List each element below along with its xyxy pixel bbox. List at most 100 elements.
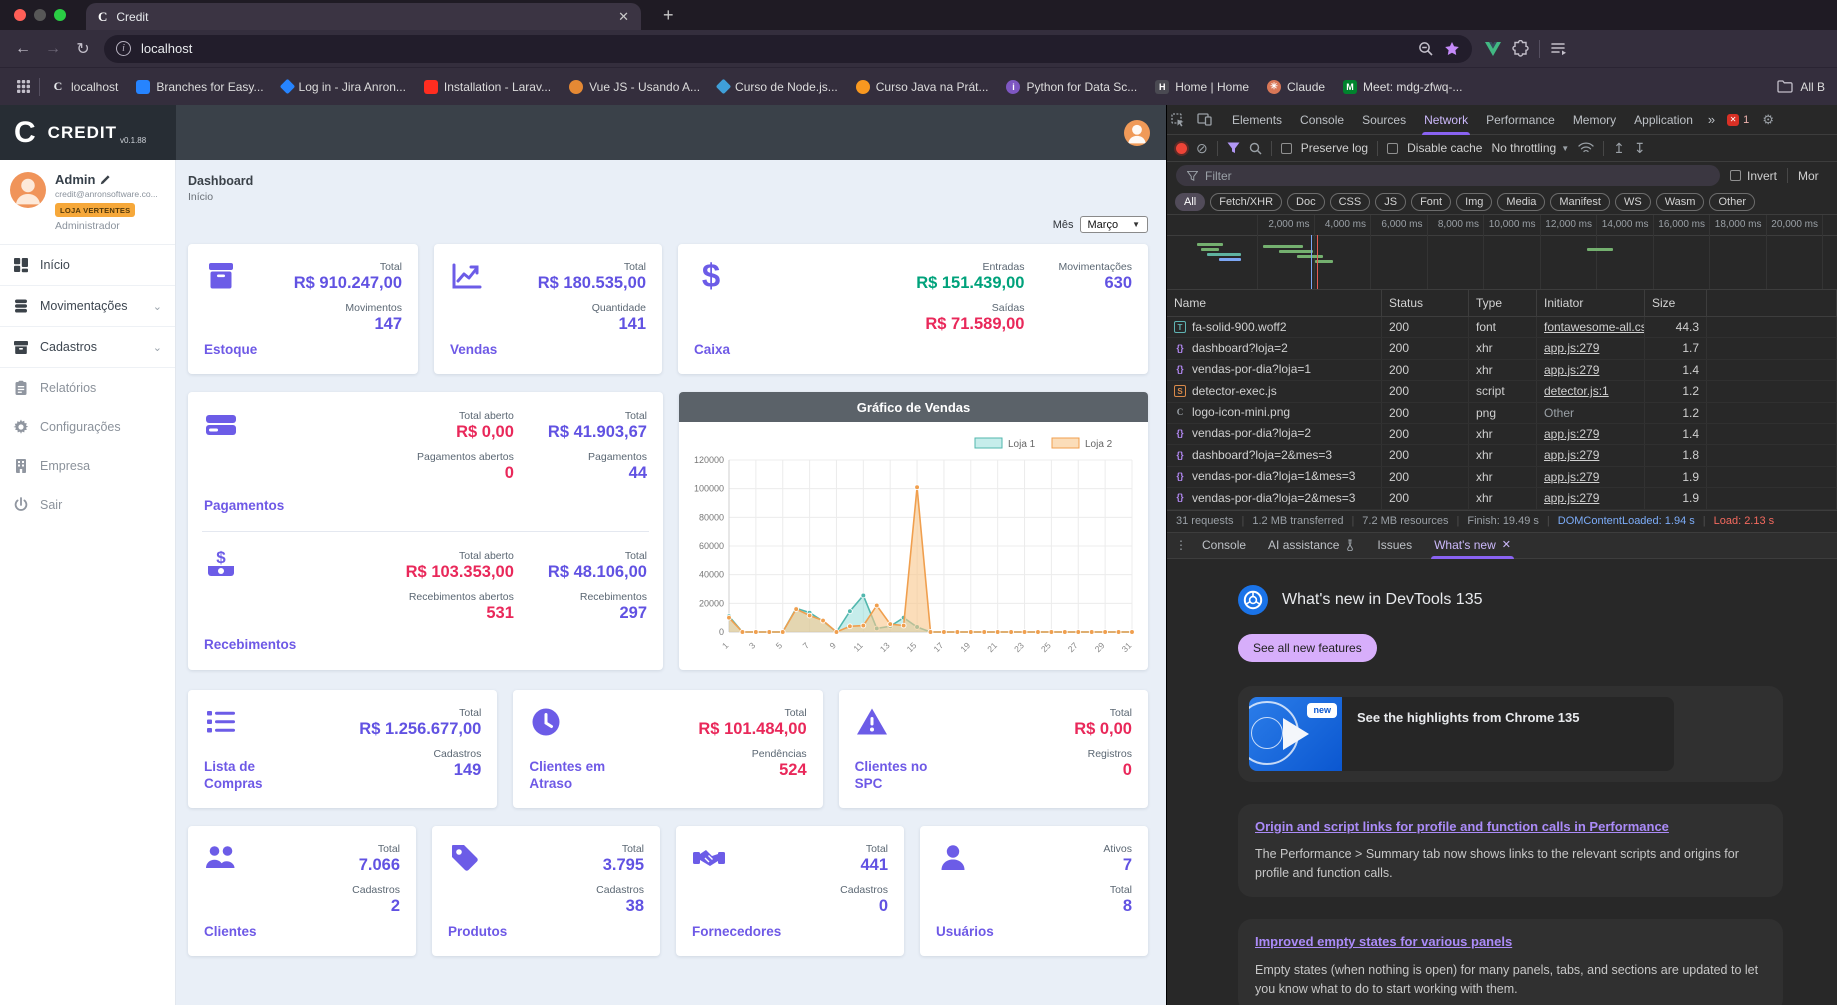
sidebar-item-cadastros[interactable]: Cadastros ⌄ [0,327,175,368]
network-request-row[interactable]: {} vendas-por-dia?loja=2&mes=3 200 xhr app.j… [1167,488,1837,510]
request-initiator[interactable]: app.js:279 [1537,488,1645,509]
column-header-type[interactable]: Type [1469,290,1537,316]
zoom-icon[interactable] [1418,41,1434,57]
export-har-icon[interactable]: ↧ [1634,140,1646,157]
search-icon[interactable] [1249,142,1262,155]
request-initiator[interactable]: app.js:279 [1537,445,1645,466]
site-info-icon[interactable]: i [116,41,131,56]
tab-search-icon[interactable] [1550,41,1567,56]
devtools-tab-network[interactable]: Network [1415,105,1477,135]
drawer-tab-console[interactable]: Console [1191,532,1257,559]
close-drawer-tab-icon[interactable]: ✕ [1502,532,1511,559]
bookmark-item[interactable]: Branches for Easy... [127,79,272,94]
section-heading-link[interactable]: Origin and script links for profile and … [1255,818,1766,836]
more-tabs-icon[interactable]: » [1702,112,1721,127]
bookmark-item[interactable]: H Home | Home [1146,79,1258,94]
devtools-tab-performance[interactable]: Performance [1477,105,1564,135]
bookmark-item[interactable]: Clocalhost [42,79,127,94]
header-avatar[interactable] [1124,119,1150,146]
see-all-features-button[interactable]: See all new features [1238,633,1377,662]
request-initiator[interactable]: detector.js:1 [1537,381,1645,402]
devtools-tab-application[interactable]: Application [1625,105,1702,135]
bookmark-item[interactable]: M Meet: mdg-zfwq-... [1334,79,1471,94]
request-initiator[interactable]: app.js:279 [1537,423,1645,445]
preserve-log-checkbox[interactable] [1280,142,1292,154]
section-heading-link[interactable]: Improved empty states for various panels [1255,933,1766,951]
vue-devtools-icon[interactable] [1484,41,1502,57]
error-badge[interactable]: ✕ 1 [1721,113,1755,126]
devtools-tab-console[interactable]: Console [1291,105,1353,135]
filter-chip-manifest[interactable]: Manifest [1550,192,1610,211]
filter-chip-wasm[interactable]: Wasm [1655,192,1705,211]
filter-chip-all[interactable]: All [1175,192,1206,211]
drawer-menu-icon[interactable]: ⋮ [1171,538,1191,552]
sidebar-item-inicio[interactable]: Início [0,245,175,286]
drawer-tab-issues[interactable]: Issues [1366,532,1423,559]
invert-checkbox[interactable] [1729,170,1741,181]
device-toolbar-icon[interactable] [1197,113,1223,126]
import-har-icon[interactable]: ↥ [1613,140,1625,157]
bookmark-item[interactable]: Installation - Larav... [415,79,560,94]
bookmark-star-icon[interactable] [1444,41,1460,57]
bookmark-item[interactable]: Log in - Jira Anron... [273,78,415,95]
filter-chip-other[interactable]: Other [1709,192,1755,211]
bookmark-item[interactable]: ✳ Claude [1258,79,1334,94]
network-request-row[interactable]: {} dashboard?loja=2 200 xhr app.js:279 1.7 [1167,338,1837,360]
request-initiator[interactable]: app.js:279 [1537,466,1645,488]
column-header-name[interactable]: Name [1167,290,1382,316]
disable-cache-checkbox[interactable] [1387,142,1399,154]
sidebar-item-relatorios[interactable]: Relatórios [0,368,175,407]
network-request-row[interactable]: Tfa-solid-900.woff2 200 font fontawesome-al… [1167,317,1837,339]
browser-tab[interactable]: C Credit ✕ [86,3,641,30]
sidebar-item-empresa[interactable]: Empresa [0,446,175,485]
record-icon[interactable] [1176,142,1187,154]
close-window-button[interactable] [14,9,26,21]
extensions-puzzle-icon[interactable] [1512,40,1529,57]
back-button[interactable]: ← [8,40,38,58]
devtools-settings-icon[interactable]: ⚙ [1755,112,1781,128]
bookmark-item[interactable]: Vue JS - Usando A... [560,79,709,94]
network-request-row[interactable]: {} dashboard?loja=2&mes=3 200 xhr app.js:279… [1167,445,1837,467]
video-thumbnail[interactable]: new [1249,696,1342,771]
network-request-row[interactable]: {} vendas-por-dia?loja=1&mes=3 200 xhr app.j… [1167,466,1837,489]
sidebar-item-configuracoes[interactable]: Configurações [0,407,175,446]
all-bookmarks-button[interactable]: All B [1777,80,1827,94]
apps-grid-icon[interactable] [10,79,37,94]
throttling-select[interactable]: No throttling ▼ [1491,141,1569,155]
column-header-initiator[interactable]: Initiator [1537,290,1645,316]
highlight-card[interactable]: new See the highlights from Chrome 135 [1238,685,1783,782]
forward-button[interactable]: → [38,40,68,58]
drawer-tab-aiassistance[interactable]: AI assistance [1257,532,1366,559]
clear-icon[interactable]: ⊘ [1196,140,1208,157]
minimize-window-button[interactable] [34,9,46,21]
network-request-row[interactable]: Sdetector-exec.js 200 script detector.js:1 1… [1167,381,1837,403]
bookmark-item[interactable]: Curso Java na Prát... [847,79,998,94]
filter-chip-doc[interactable]: Doc [1287,192,1325,211]
devtools-tab-memory[interactable]: Memory [1564,105,1625,135]
filter-chip-fetchxhr[interactable]: Fetch/XHR [1210,192,1283,211]
sidebar-item-sair[interactable]: Sair [0,485,175,524]
network-conditions-icon[interactable] [1578,142,1594,154]
more-filters-label[interactable]: Mor [1798,169,1828,183]
filter-chip-ws[interactable]: WS [1614,192,1651,211]
network-request-row[interactable]: {} vendas-por-dia?loja=1 200 xhr app.js:279 1… [1167,359,1837,382]
request-initiator[interactable]: app.js:279 [1537,359,1645,381]
devtools-tab-sources[interactable]: Sources [1353,105,1415,135]
bookmark-item[interactable]: i Python for Data Sc... [997,79,1146,94]
inspect-element-icon[interactable] [1171,112,1197,127]
filter-chip-img[interactable]: Img [1456,192,1493,211]
filter-chip-font[interactable]: Font [1411,192,1452,211]
filter-chip-css[interactable]: CSS [1329,192,1371,211]
drawer-tab-whatsnew[interactable]: What's new ✕ [1423,532,1522,559]
devtools-tab-elements[interactable]: Elements [1223,105,1291,135]
month-select[interactable]: Março ▼ [1079,216,1148,233]
reload-button[interactable]: ↻ [68,39,98,59]
filter-chip-js[interactable]: JS [1375,192,1407,211]
filter-input[interactable]: Filter [1176,165,1720,186]
new-tab-button[interactable]: + [663,5,674,26]
filter-chip-media[interactable]: Media [1497,192,1546,211]
column-header-status[interactable]: Status [1382,290,1469,316]
edit-pencil-icon[interactable] [100,174,111,185]
network-request-row[interactable]: Clogo-icon-mini.png 200 png Other 1.2 [1167,402,1837,424]
maximize-window-button[interactable] [54,9,66,21]
